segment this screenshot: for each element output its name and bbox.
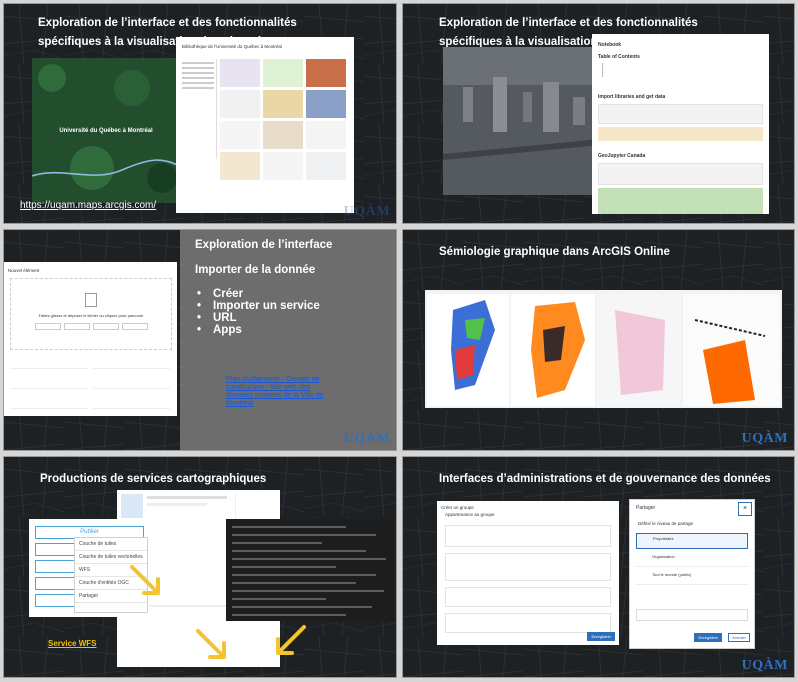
share-option-label: Propriétaire [653,536,674,541]
uqam-logo: UQÀM [343,431,390,446]
bullet-item: URL [197,312,320,324]
drop-text: Faites glisser et déposer le fichier ou … [38,313,144,318]
notebook-h2: Import libraries and get data [598,94,666,100]
slide-title: Interfaces d’administrations et de gouve… [439,473,771,485]
gallery-item[interactable] [306,121,346,149]
close-icon[interactable]: × [738,502,752,516]
gallery-sidebar [180,59,217,159]
share-title: Partager [636,505,656,511]
slide-3[interactable]: Nouvel élément Faites glisser et déposer… [3,229,397,451]
arrow-icon [196,629,226,659]
panel-title: Exploration de l’interface [195,239,333,251]
info-panel: Exploration de l’interface Importer de l… [180,230,396,450]
share-cancel-button[interactable]: Annuler [728,633,750,642]
uqam-logo: UQÀM [741,431,788,446]
bullet-item: Apps [197,324,320,336]
panel-subtitle: Importer de la donnée [195,264,316,276]
arrow-icon [130,565,160,595]
arcgis-link[interactable]: https://uqam.maps.arcgis.com/ [20,200,156,211]
gallery-title: Bibliothèque de l'Université du Québec à… [182,44,282,49]
arrow-icon [276,625,306,655]
slide-title: Sémiologie graphique dans ArcGIS Online [439,246,670,258]
uqam-logo: UQÀM [343,204,390,219]
group-dialog-title: Créer un groupe [441,505,474,510]
3d-city-view [443,47,601,195]
slide-title: Productions de services cartographiques [40,473,267,485]
notebook-h1: Notebook [598,42,622,48]
slide-2[interactable]: Exploration de l’interface et des foncti… [402,3,795,224]
drop-zone[interactable]: Faites glisser et déposer le fichier ou … [10,278,172,350]
symbology-screenshots [425,290,782,408]
symbology-maps [427,294,780,406]
notebook-screenshot: Notebook Table of Contents Import librar… [592,34,769,214]
share-option-label: Organisation [652,554,675,559]
gallery-item[interactable] [263,121,303,149]
gallery-item[interactable] [263,152,303,180]
share-dialog: Partager × Définir le niveau de partage … [629,499,755,649]
gallery-screenshot: Bibliothèque de l'Université du Québec à… [176,37,354,213]
share-option-org[interactable]: Organisation [636,552,748,567]
uqam-logo: UQÀM [741,658,788,673]
gallery-item[interactable] [306,59,346,87]
new-item-dialog: Nouvel élément Faites glisser et déposer… [4,262,177,416]
wfs-link[interactable]: Service WFS [48,639,96,648]
notebook-toc: Table of Contents [598,54,640,60]
map-label: Université du Québec à Montréal [59,128,153,134]
share-option-owner[interactable]: Propriétaire [636,533,748,549]
code-lines [232,526,386,616]
forest-map: Université du Québec à Montréal [32,58,180,203]
dropdown-item[interactable]: Couche de tuiles [75,538,147,551]
gallery-item[interactable] [263,90,303,118]
city-3d-graphic [443,47,601,195]
gallery-grid [220,59,350,180]
gallery-item[interactable] [263,59,303,87]
slide-4[interactable]: Sémiologie graphique dans ArcGIS Online … [402,229,795,451]
bullet-list: Créer Importer un service URL Apps [197,288,320,336]
slide-6[interactable]: Interfaces d’administrations et de gouve… [402,456,795,678]
group-dialog-subtitle: Appartenance au groupe [445,512,495,517]
slide-5[interactable]: Productions de services cartographiques … [3,456,397,678]
gallery-item[interactable] [306,90,346,118]
gallery-item[interactable] [306,152,346,180]
gallery-item[interactable] [220,152,260,180]
file-icon [85,293,97,307]
save-button[interactable]: Enregistrer [587,632,615,641]
share-option-label: Tout le monde (public) [652,572,692,577]
slide-1[interactable]: Exploration de l’interface et des foncti… [3,3,397,224]
code-screenshot [226,519,394,621]
group-dialog: Créer un groupe Appartenance au groupe E… [437,501,619,645]
notebook-h3: GeoJupyter Canada [598,153,646,159]
bullet-item: Créer [197,288,320,300]
share-subtitle: Définir le niveau de partage [638,521,694,526]
bullet-item: Importer un service [197,300,320,312]
gallery-item[interactable] [220,59,260,87]
service-logo [121,494,143,518]
share-option-public[interactable]: Tout le monde (public) [636,570,748,585]
gallery-item[interactable] [220,90,260,118]
data-portal-link[interactable]: Plan d'urbanisme - Densité de constructi… [226,376,338,408]
share-save-button[interactable]: Enregistrer [694,633,722,642]
gallery-item[interactable] [220,121,260,149]
dialog-title: Nouvel élément [8,268,40,273]
